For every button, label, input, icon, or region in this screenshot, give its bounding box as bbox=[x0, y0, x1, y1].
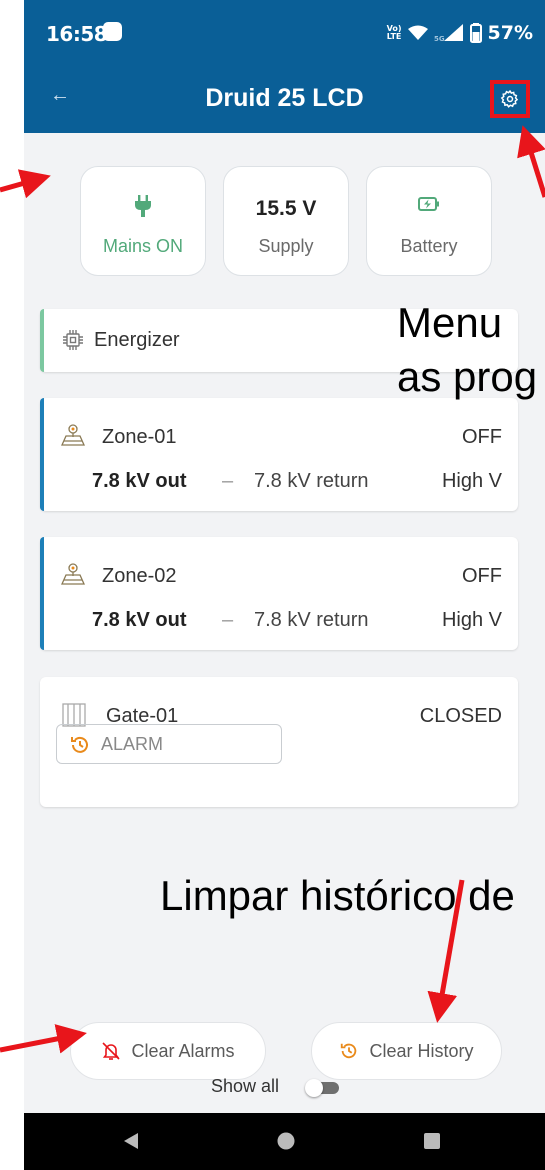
arrow-to-clear-history bbox=[427, 879, 465, 1023]
arrow-to-clear-alarms bbox=[0, 1024, 87, 1054]
annotation-arrows bbox=[0, 125, 545, 1054]
arrow-to-settings bbox=[517, 125, 545, 198]
arrow-to-summary bbox=[0, 169, 51, 199]
